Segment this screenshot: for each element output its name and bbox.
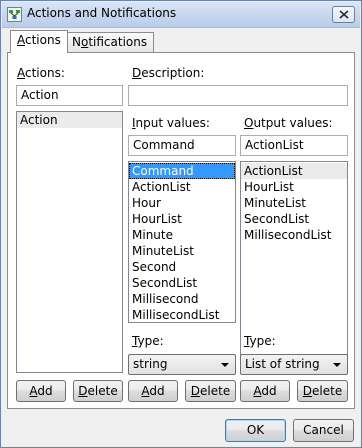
cancel-button[interactable]: Cancel	[293, 419, 354, 442]
input-values-label: Input values:	[132, 116, 210, 130]
delete-input-button[interactable]: Delete	[185, 380, 236, 402]
list-item[interactable]: MinuteList	[241, 195, 347, 211]
list-item[interactable]: Command	[129, 163, 235, 179]
input-value-name-input[interactable]: Command	[128, 135, 236, 156]
add-output-button[interactable]: Add	[240, 380, 290, 402]
list-item[interactable]: Second	[129, 259, 235, 275]
output-type-label: Type:	[244, 334, 276, 348]
input-type-label: Type:	[132, 334, 164, 348]
list-item[interactable]: MinuteList	[129, 243, 235, 259]
dialog-window: Actions and Notifications Actions Notifi…	[0, 0, 362, 448]
output-values-label: Output values:	[244, 116, 333, 130]
chevron-down-icon	[333, 363, 341, 367]
delete-output-button[interactable]: Delete	[297, 380, 348, 402]
add-action-button[interactable]: Add	[16, 380, 66, 402]
action-name-input[interactable]: Action	[16, 85, 123, 106]
title-bar[interactable]: Actions and Notifications	[2, 2, 360, 28]
list-item[interactable]: SecondList	[129, 275, 235, 291]
delete-action-button[interactable]: Delete	[73, 380, 123, 402]
window-title: Actions and Notifications	[27, 6, 177, 20]
actions-label: Actions:	[17, 66, 65, 80]
description-label: Description:	[132, 66, 205, 80]
tab-actions[interactable]: Actions	[10, 30, 68, 53]
input-values-list[interactable]: Command ActionList Hour HourList Minute …	[128, 161, 236, 323]
list-item[interactable]: MillisecondList	[129, 307, 235, 322]
ok-button[interactable]: OK	[225, 419, 286, 442]
output-value-name-input[interactable]: ActionList	[240, 135, 348, 156]
flow-diagram-icon	[7, 7, 22, 22]
list-item[interactable]: HourList	[241, 179, 347, 195]
tab-notifications[interactable]: Notifications	[65, 32, 155, 52]
list-item[interactable]: MillisecondList	[241, 227, 347, 243]
list-item[interactable]: Hour	[129, 195, 235, 211]
list-item[interactable]: Millisecond	[129, 291, 235, 307]
list-item[interactable]: Minute	[129, 227, 235, 243]
input-type-select[interactable]: string	[128, 354, 236, 375]
list-item[interactable]: ActionList	[129, 179, 235, 195]
list-item[interactable]: Action	[17, 112, 122, 128]
description-input[interactable]	[128, 85, 348, 106]
close-button[interactable]	[332, 6, 355, 23]
actions-list[interactable]: Action	[16, 111, 123, 373]
close-icon	[339, 10, 349, 19]
list-item[interactable]: HourList	[129, 211, 235, 227]
chevron-down-icon	[221, 363, 229, 367]
list-item[interactable]: ActionList	[241, 163, 347, 179]
add-input-button[interactable]: Add	[128, 380, 178, 402]
list-item[interactable]: SecondList	[241, 211, 347, 227]
output-type-select[interactable]: List of string	[240, 354, 348, 375]
